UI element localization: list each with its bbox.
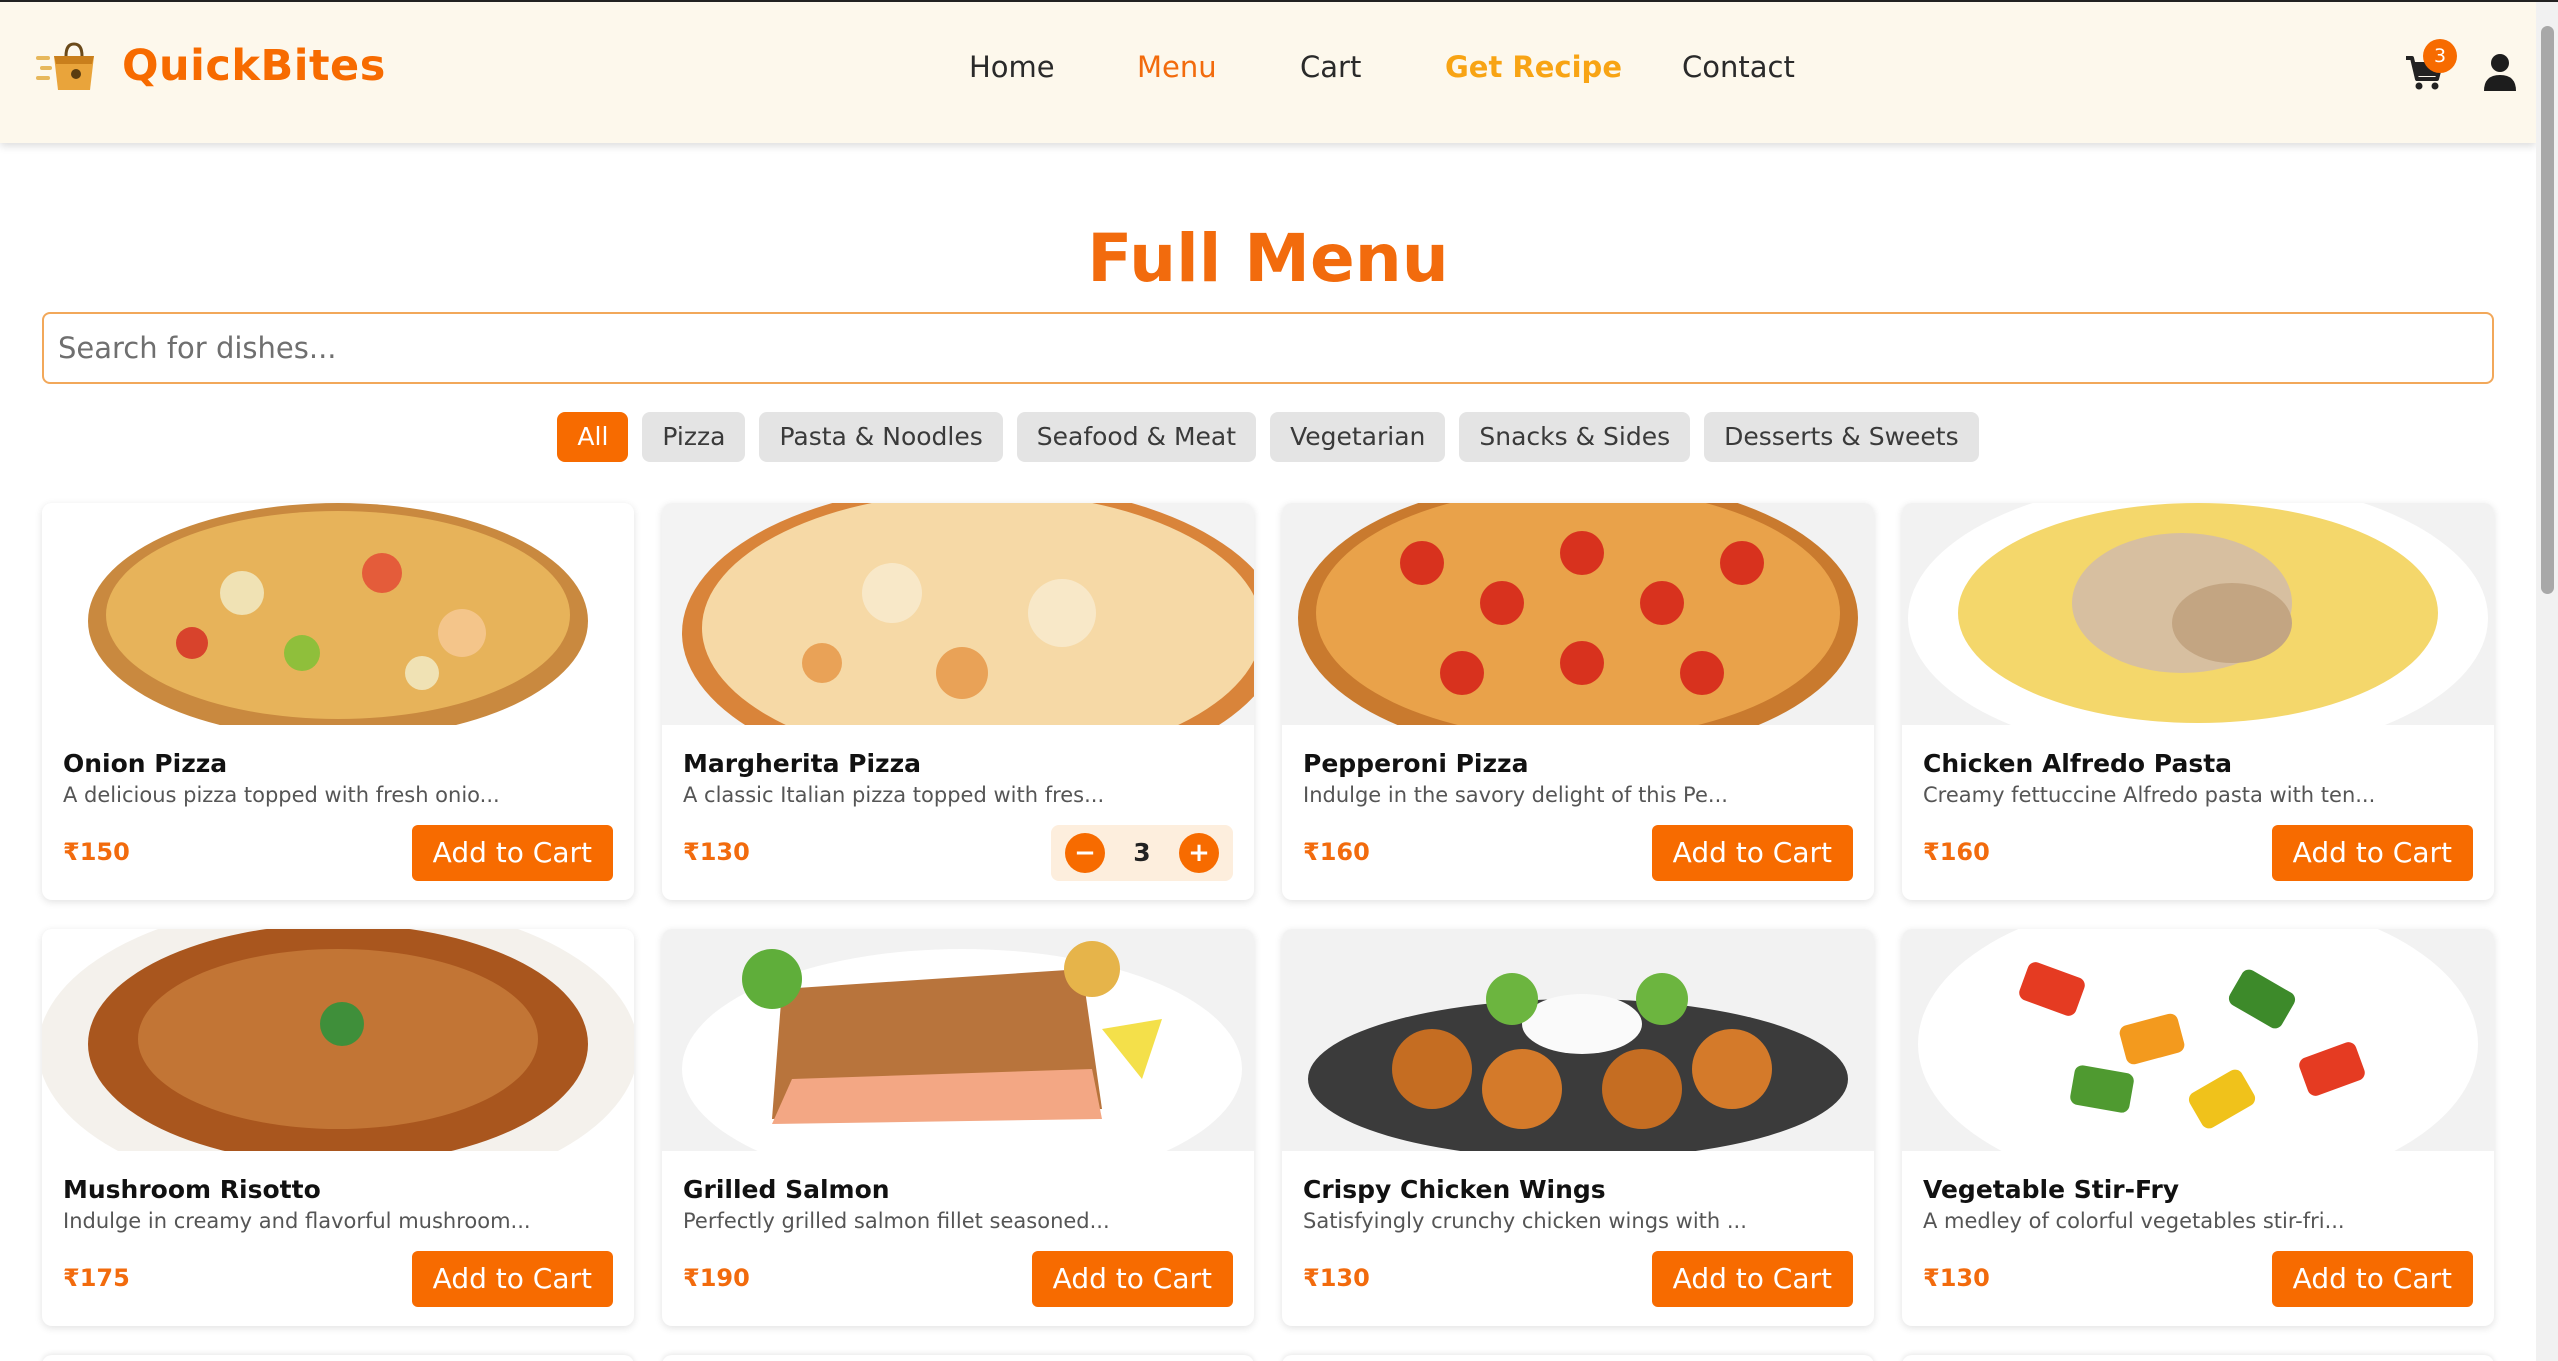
menu-card: Chicken Alfredo Pasta Creamy fettuccine … xyxy=(1902,503,2494,900)
nav-get-recipe[interactable]: Get Recipe xyxy=(1445,50,1622,84)
dish-description: A classic Italian pizza topped with fres… xyxy=(683,783,1105,807)
navbar: QuickBites Home Menu Cart Get Recipe Con… xyxy=(0,2,2536,143)
page-title: Full Menu xyxy=(1087,220,1449,297)
dish-image xyxy=(1282,929,1874,1151)
add-to-cart-button[interactable]: Add to Cart xyxy=(2271,1251,2473,1307)
dish-description: A medley of colorful vegetables stir-fri… xyxy=(1923,1209,2345,1233)
dish-image xyxy=(42,503,634,725)
add-to-cart-button[interactable]: Add to Cart xyxy=(411,1251,613,1307)
filter-snacks-sides[interactable]: Snacks & Sides xyxy=(1459,412,1691,462)
dish-name: Margherita Pizza xyxy=(683,749,922,778)
dish-price: ₹130 xyxy=(1303,1264,1370,1292)
dish-price: ₹130 xyxy=(683,838,750,866)
menu-card: Vegetable Stir-Fry A medley of colorful … xyxy=(1902,929,2494,1326)
menu-card xyxy=(1902,1355,2494,1361)
filter-vegetarian[interactable]: Vegetarian xyxy=(1270,412,1446,462)
menu-card: Margherita Pizza A classic Italian pizza… xyxy=(662,503,1254,900)
filter-pizza[interactable]: Pizza xyxy=(642,412,746,462)
dish-image xyxy=(1902,503,2494,725)
dish-description: Satisfyingly crunchy chicken wings with … xyxy=(1303,1209,1747,1233)
dish-image xyxy=(1902,929,2494,1151)
quantity-stepper: 3 − + xyxy=(1051,825,1233,881)
dish-name: Crispy Chicken Wings xyxy=(1303,1175,1606,1204)
filter-pasta-noodles[interactable]: Pasta & Noodles xyxy=(759,412,1003,462)
dish-name: Grilled Salmon xyxy=(683,1175,890,1204)
nav-cart[interactable]: Cart xyxy=(1300,50,1361,84)
menu-card: Mushroom Risotto Indulge in creamy and f… xyxy=(42,929,634,1326)
category-filters: All Pizza Pasta & Noodles Seafood & Meat… xyxy=(0,412,2536,462)
add-to-cart-button[interactable]: Add to Cart xyxy=(1651,1251,1853,1307)
menu-card: Grilled Salmon Perfectly grilled salmon … xyxy=(662,929,1254,1326)
dish-description: Indulge in creamy and flavorful mushroom… xyxy=(63,1209,531,1233)
add-to-cart-button[interactable]: Add to Cart xyxy=(1651,825,1853,881)
dish-price: ₹150 xyxy=(63,838,130,866)
menu-page: QuickBites Home Menu Cart Get Recipe Con… xyxy=(0,0,2558,1361)
dish-description: Creamy fettuccine Alfredo pasta with ten… xyxy=(1923,783,2376,807)
dish-description: A delicious pizza topped with fresh onio… xyxy=(63,783,500,807)
dish-price: ₹130 xyxy=(1923,1264,1990,1292)
nav-links: Home Menu Cart Get Recipe Contact xyxy=(0,50,2536,94)
add-to-cart-button[interactable]: Add to Cart xyxy=(2271,825,2473,881)
increase-quantity-button[interactable]: + xyxy=(1179,833,1219,873)
menu-card xyxy=(1282,1355,1874,1361)
dish-price: ₹190 xyxy=(683,1264,750,1292)
dish-name: Mushroom Risotto xyxy=(63,1175,321,1204)
dish-price: ₹160 xyxy=(1923,838,1990,866)
dish-name: Pepperoni Pizza xyxy=(1303,749,1529,778)
filter-seafood-meat[interactable]: Seafood & Meat xyxy=(1016,412,1257,462)
dish-image xyxy=(662,503,1254,725)
dish-image xyxy=(662,929,1254,1151)
menu-card: Onion Pizza A delicious pizza topped wit… xyxy=(42,503,634,900)
filter-all[interactable]: All xyxy=(557,412,629,462)
menu-card: Pepperoni Pizza Indulge in the savory de… xyxy=(1282,503,1874,900)
nav-home[interactable]: Home xyxy=(969,50,1055,84)
dish-description: Indulge in the savory delight of this Pe… xyxy=(1303,783,1728,807)
decrease-quantity-button[interactable]: − xyxy=(1065,833,1105,873)
dish-image xyxy=(1282,503,1874,725)
add-to-cart-button[interactable]: Add to Cart xyxy=(1031,1251,1233,1307)
dish-name: Onion Pizza xyxy=(63,749,228,778)
menu-card xyxy=(42,1355,634,1361)
dish-description: Perfectly grilled salmon fillet seasoned… xyxy=(683,1209,1110,1233)
next-row-partial xyxy=(42,1355,2494,1361)
dish-name: Vegetable Stir-Fry xyxy=(1923,1175,2180,1204)
menu-card xyxy=(662,1355,1254,1361)
filter-desserts-sweets[interactable]: Desserts & Sweets xyxy=(1704,412,1979,462)
nav-contact[interactable]: Contact xyxy=(1682,50,1795,84)
search-input[interactable] xyxy=(42,312,2494,384)
menu-grid: Onion Pizza A delicious pizza topped wit… xyxy=(42,503,2494,1326)
menu-card: Crispy Chicken Wings Satisfyingly crunch… xyxy=(1282,929,1874,1326)
user-icon[interactable] xyxy=(2483,53,2517,91)
dish-name: Chicken Alfredo Pasta xyxy=(1923,749,2233,778)
nav-menu[interactable]: Menu xyxy=(1137,50,1217,84)
dish-image xyxy=(42,929,634,1151)
cart-count-badge: 3 xyxy=(2423,39,2457,73)
dish-price: ₹160 xyxy=(1303,838,1370,866)
add-to-cart-button[interactable]: Add to Cart xyxy=(411,825,613,881)
scrollbar-thumb[interactable] xyxy=(2541,26,2554,594)
scrollbar[interactable] xyxy=(2536,2,2558,1361)
dish-price: ₹175 xyxy=(63,1264,130,1292)
